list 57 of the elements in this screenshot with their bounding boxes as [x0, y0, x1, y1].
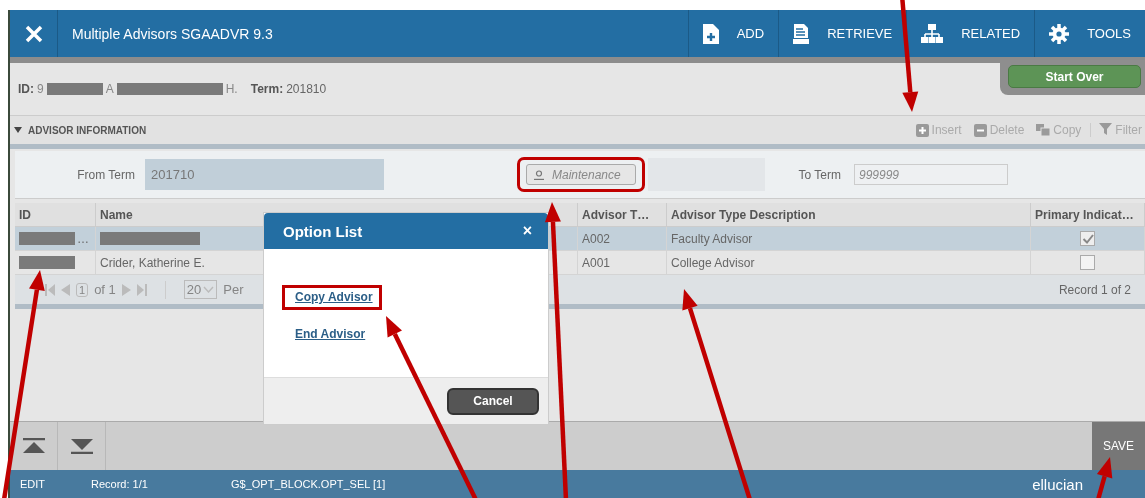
name-suffix: H. — [225, 82, 238, 96]
column-header[interactable]: Primary Indicat… — [1031, 203, 1145, 226]
record-count: Record 1 of 2 — [1058, 282, 1132, 297]
redaction-bar — [46, 83, 103, 95]
table-cell: … — [77, 231, 89, 246]
window-title: Multiple Advisors SGAADVR 9.3 — [72, 25, 274, 42]
id-value: 9 — [37, 82, 44, 96]
person-icon — [534, 169, 544, 180]
option-link[interactable]: Copy Advisor — [295, 290, 373, 304]
checkbox[interactable] — [1080, 255, 1095, 270]
settings-icon — [1049, 23, 1070, 44]
chevron-down-icon — [203, 286, 215, 293]
record-text: Record: 1/1 — [91, 478, 149, 490]
filter-icon — [1099, 123, 1113, 137]
table-cell: A002 — [582, 231, 611, 246]
cancel-button[interactable]: Cancel — [447, 387, 539, 415]
term-value: 201810 — [286, 82, 327, 96]
term-label: Term: — [250, 82, 284, 96]
redaction-bar — [19, 256, 75, 269]
minus-icon — [973, 123, 987, 137]
mode-text: EDIT — [20, 478, 47, 490]
redaction-bar — [19, 232, 75, 245]
from-term-label: From Term — [76, 167, 136, 182]
brand-logo: ellucian — [1032, 475, 1083, 493]
add-document-icon — [702, 23, 719, 44]
caret-icon[interactable] — [14, 127, 22, 133]
table-cell: Crider, Katherine E. — [100, 255, 205, 270]
id-label: ID: — [18, 82, 34, 96]
arrow-up-icon — [22, 438, 45, 454]
start-over-button[interactable]: Start Over — [1008, 65, 1141, 88]
field-name-text: G$_OPT_BLOCK.OPT_SEL [1] — [231, 478, 387, 490]
plus-icon — [915, 123, 929, 137]
per-page-label: Per — [223, 282, 244, 297]
arrow-down-icon — [70, 438, 93, 454]
to-term-label: To Term — [797, 167, 842, 182]
name-initial: A — [105, 82, 114, 96]
close-icon — [24, 24, 43, 43]
page-number-field[interactable]: 1 — [76, 282, 89, 297]
copy-icon — [1036, 124, 1051, 136]
option-link[interactable]: End Advisor — [295, 327, 366, 341]
hierarchy-icon — [921, 23, 944, 44]
column-header[interactable]: Advisor T… — [578, 203, 667, 226]
checkbox[interactable] — [1080, 231, 1095, 246]
to-term-field[interactable]: 999999 — [854, 164, 1008, 185]
column-header[interactable]: ID — [15, 203, 96, 226]
maintenance-button[interactable]: Maintenance — [526, 164, 636, 185]
column-header[interactable]: Advisor Type Description — [667, 203, 1031, 226]
save-button[interactable]: SAVE — [1092, 422, 1145, 470]
page-count: of 1 — [94, 282, 116, 297]
annotation-arrow — [1095, 457, 1113, 498]
table-cell: A001 — [582, 255, 611, 270]
from-term-field[interactable]: 201710 — [145, 159, 384, 190]
table-cell: Faculty Advisor — [671, 231, 753, 246]
document-icon — [793, 23, 810, 44]
page-size-select[interactable]: 20 — [183, 280, 218, 299]
section-title: ADVISOR INFORMATION — [28, 124, 147, 136]
table-cell: College Advisor — [671, 255, 755, 270]
